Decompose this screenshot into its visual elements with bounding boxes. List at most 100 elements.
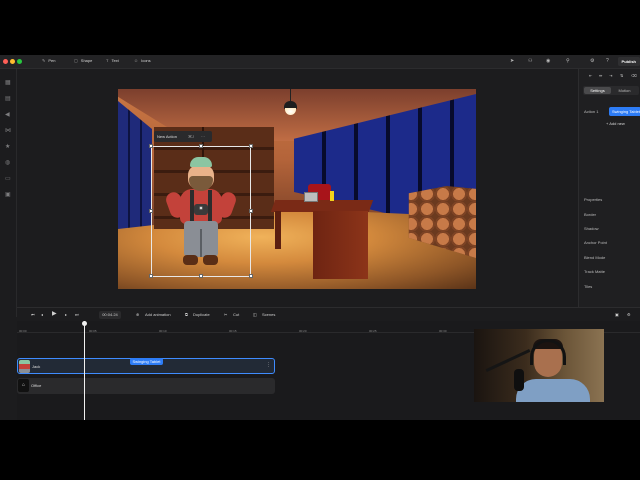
tick-label: 00:10 bbox=[159, 329, 167, 333]
section-track-matte[interactable]: Track Matte bbox=[584, 269, 605, 274]
desk-lamp bbox=[330, 191, 334, 201]
resize-handle-bottom-right[interactable] bbox=[249, 274, 253, 278]
pen-tool-label: Pen bbox=[48, 58, 56, 63]
skip-end-icon[interactable]: ⏭ bbox=[75, 312, 79, 317]
desk-monitor bbox=[304, 192, 318, 202]
pointer-icon[interactable]: ➤ bbox=[510, 58, 514, 64]
publish-button[interactable]: Publish bbox=[617, 57, 640, 66]
more-icon[interactable]: ⋯ bbox=[201, 131, 205, 142]
left-icon-rail: ▦ ▤ ◀ ⋈ ★ ◍ ▭ ▣ bbox=[0, 69, 17, 317]
resize-handle-right[interactable] bbox=[249, 209, 253, 213]
link-icon[interactable]: ⚲ bbox=[566, 58, 570, 64]
timeline-settings-icon[interactable]: ⚙ bbox=[627, 312, 631, 317]
playback-toolbar: ⏮ ◂ ▶ ▸ ⏭ 00:04.24 ⊕ Add animation ⧉ Dup… bbox=[17, 307, 640, 321]
scenes-button[interactable]: Scenes bbox=[262, 312, 275, 317]
timecode-display[interactable]: 00:04.24 bbox=[99, 311, 121, 319]
panel-tabs: Settings Motion bbox=[583, 86, 639, 95]
tick-label: 00:15 bbox=[229, 329, 237, 333]
pen-tool[interactable]: ✎ Pen bbox=[42, 58, 55, 63]
resize-handle-top[interactable] bbox=[199, 144, 203, 148]
anchor-point-handle[interactable] bbox=[199, 206, 203, 210]
mic-arm bbox=[485, 348, 531, 373]
align-left-icon[interactable]: ⇤ bbox=[589, 73, 592, 78]
favorites-icon[interactable]: ★ bbox=[5, 143, 10, 150]
flip-icon[interactable]: ⇅ bbox=[620, 73, 623, 78]
minimize-window-button[interactable] bbox=[10, 59, 15, 64]
shape-tool[interactable]: ▢ Shape bbox=[74, 58, 92, 63]
duplicate-icon: ⧉ bbox=[185, 312, 188, 317]
track-menu-icon[interactable]: ⋮ bbox=[266, 362, 271, 368]
new-action-popup[interactable]: New Action ⌘J ⋯ bbox=[154, 131, 212, 142]
user-icon[interactable]: ◉ bbox=[546, 58, 550, 64]
skip-start-icon[interactable]: ⏮ bbox=[31, 312, 35, 317]
scenes-toolbar-icon: ◫ bbox=[253, 312, 257, 317]
properties-panel: ⇤ ⇹ ⇥ ⇅ ⌫ Settings Motion Action 1 Swing… bbox=[578, 69, 640, 317]
playhead[interactable] bbox=[84, 321, 85, 420]
track-name: Office bbox=[31, 383, 42, 388]
text-tool[interactable]: T Text bbox=[106, 58, 119, 63]
zoom-window-button[interactable] bbox=[17, 59, 22, 64]
track-office[interactable]: ⌂ Office bbox=[17, 378, 275, 394]
share-icon[interactable]: ⚇ bbox=[528, 58, 532, 64]
step-forward-icon[interactable]: ▸ bbox=[65, 312, 67, 317]
library-icon[interactable]: ▣ bbox=[5, 191, 11, 198]
tick-label: 00:30 bbox=[439, 329, 447, 333]
add-new-action-button[interactable]: + Add new bbox=[606, 121, 625, 126]
track-jack[interactable]: Jack Swinging Tablet ⋮ bbox=[17, 358, 275, 374]
icons-icon: ☺ bbox=[134, 58, 139, 63]
section-border[interactable]: Border bbox=[584, 212, 596, 217]
office-scene-icon: ⌂ bbox=[18, 379, 29, 392]
help-icon[interactable]: ? bbox=[606, 58, 609, 64]
delete-icon[interactable]: ⌫ bbox=[631, 73, 637, 78]
zoom-fit-icon[interactable]: ▣ bbox=[615, 312, 619, 317]
shape-tool-label: Shape bbox=[80, 58, 93, 63]
align-center-icon[interactable]: ⇹ bbox=[599, 73, 602, 78]
add-animation-button[interactable]: Add animation bbox=[145, 312, 171, 317]
close-window-button[interactable] bbox=[3, 59, 8, 64]
scenes-icon[interactable]: ▤ bbox=[5, 95, 11, 102]
duplicate-button[interactable]: Duplicate bbox=[193, 312, 210, 317]
text-tool-label: Text bbox=[111, 58, 119, 63]
tick-label: 00:05 bbox=[89, 329, 97, 333]
canvas-stage[interactable]: New Action ⌘J ⋯ bbox=[118, 89, 476, 289]
webcam-overlay bbox=[474, 329, 604, 402]
action-label: Action 1 bbox=[584, 109, 599, 114]
cut-button[interactable]: Cut bbox=[233, 312, 239, 317]
text-icon: T bbox=[106, 58, 109, 63]
layers-icon[interactable]: ▦ bbox=[5, 79, 11, 86]
tick-label: 00:25 bbox=[369, 329, 377, 333]
section-shadow[interactable]: Shadow bbox=[584, 226, 598, 231]
desk-drawer bbox=[313, 211, 368, 279]
pen-icon: ✎ bbox=[42, 58, 46, 63]
shape-icon: ▢ bbox=[74, 58, 78, 63]
settings-icon[interactable]: ⚙ bbox=[590, 58, 594, 64]
resize-handle-top-right[interactable] bbox=[249, 144, 253, 148]
resize-handle-left[interactable] bbox=[149, 209, 153, 213]
presenter-body bbox=[516, 379, 590, 402]
resize-handle-bottom-left[interactable] bbox=[149, 274, 153, 278]
selection-box[interactable] bbox=[149, 144, 253, 278]
align-right-icon[interactable]: ⇥ bbox=[609, 73, 612, 78]
audio-icon[interactable]: ◀ bbox=[5, 111, 10, 118]
video-icon[interactable]: ▭ bbox=[5, 175, 11, 182]
action-chip[interactable]: Swinging Tablet bbox=[609, 107, 640, 116]
play-button[interactable]: ▶ bbox=[52, 310, 57, 317]
section-blend-mode[interactable]: Blend Mode bbox=[584, 255, 605, 260]
section-tiles[interactable]: Tiles bbox=[584, 284, 592, 289]
transition-icon[interactable]: ⋈ bbox=[5, 127, 11, 134]
resize-handle-bottom[interactable] bbox=[199, 274, 203, 278]
animation-chip[interactable]: Swinging Tablet bbox=[130, 358, 163, 365]
tick-label: 00:00 bbox=[19, 329, 27, 333]
tick-label: 00:20 bbox=[299, 329, 307, 333]
section-properties[interactable]: Properties bbox=[584, 197, 602, 202]
icons-tool[interactable]: ☺ Icons bbox=[134, 58, 151, 63]
section-anchor-point[interactable]: Anchor Point bbox=[584, 240, 607, 245]
step-back-icon[interactable]: ◂ bbox=[41, 312, 43, 317]
tab-settings[interactable]: Settings bbox=[584, 87, 611, 94]
effects-icon[interactable]: ◍ bbox=[5, 159, 10, 166]
playhead-knob[interactable] bbox=[82, 321, 87, 326]
top-toolbar: ✎ Pen ▢ Shape T Text ☺ Icons ➤ ⚇ ◉ ⚲ ⚙ ?… bbox=[0, 55, 640, 69]
tab-motion[interactable]: Motion bbox=[611, 87, 638, 94]
resize-handle-top-left[interactable] bbox=[149, 144, 153, 148]
microphone bbox=[514, 369, 524, 391]
